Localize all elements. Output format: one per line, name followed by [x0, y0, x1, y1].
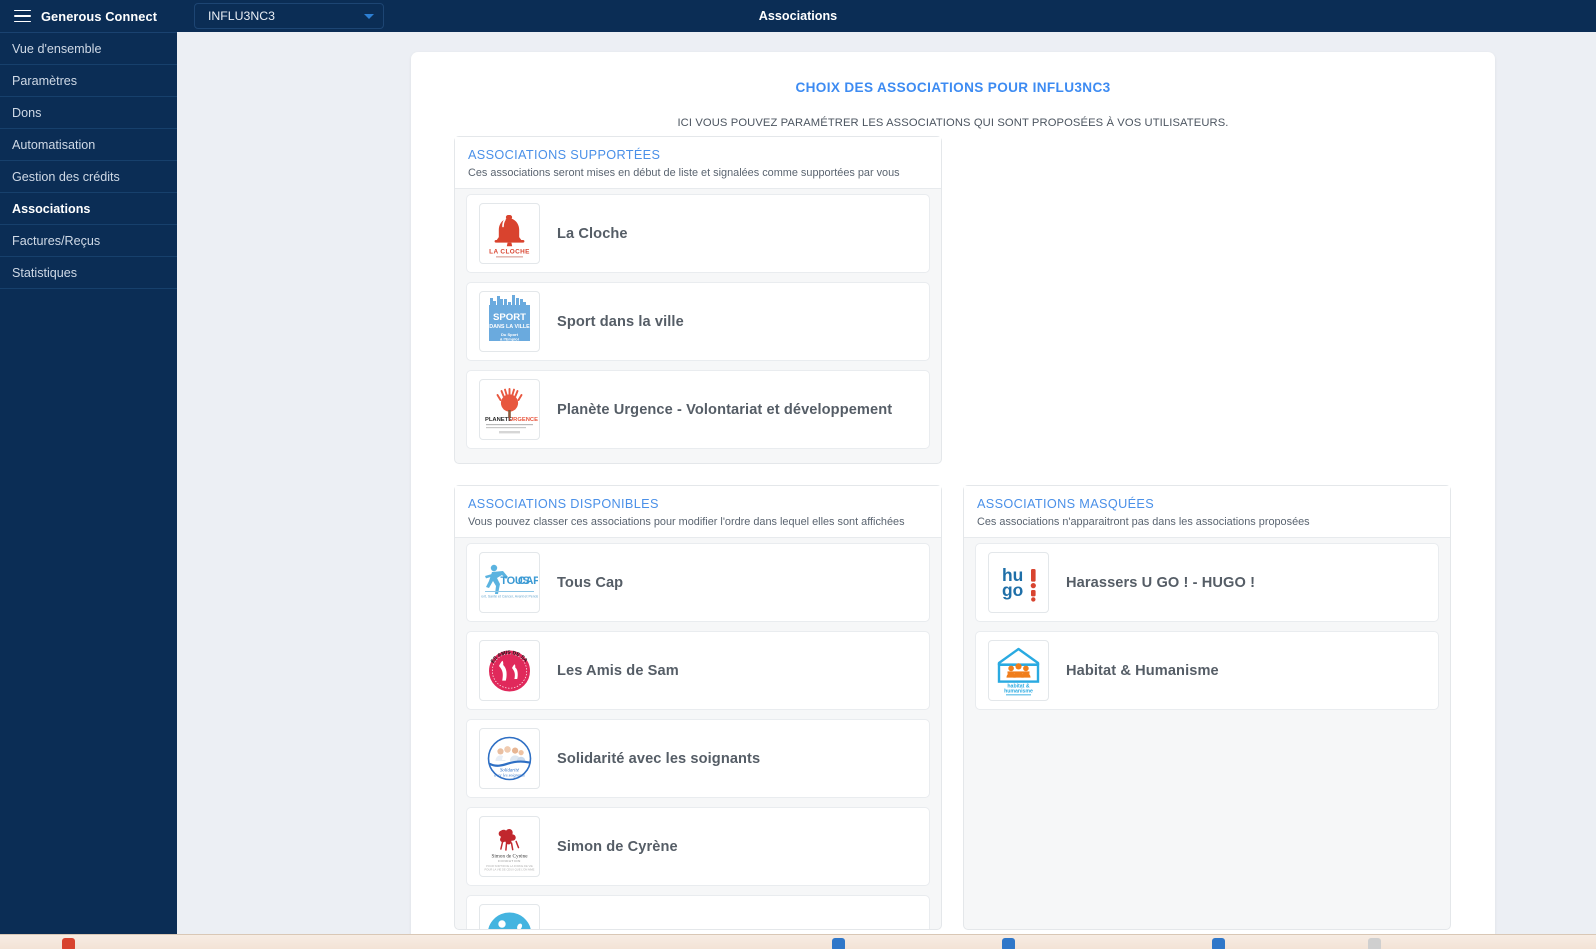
hugo-logo: hu go	[988, 552, 1049, 613]
brand-zone: Generous Connect	[0, 0, 177, 32]
sidebar-item-dons[interactable]: Dons	[0, 97, 177, 129]
association-row[interactable]: habitat & humanisme Habitat & Humanisme	[975, 631, 1439, 710]
sidebar-item-label: Vue d'ensemble	[12, 42, 102, 56]
association-name: Les Amis de Sam	[557, 662, 679, 679]
panel-body: hu go Harassers U GO ! - HUGO ! habitat & hu…	[964, 535, 1450, 929]
sidebar: Vue d'ensemble Paramètres Dons Automatisati…	[0, 32, 177, 949]
association-row[interactable]: PLANETE URGENCE Planète Urgence - Volontar…	[466, 370, 930, 449]
org-selector[interactable]: INFLU3NC3	[194, 3, 384, 29]
association-name: Sport dans la ville	[557, 313, 684, 330]
sidebar-item-label: Factures/Reçus	[12, 234, 101, 248]
association-row[interactable]: TOUSCAPSport, Santé et Cancer, Avant et …	[466, 543, 930, 622]
association-name: Solidarité avec les soignants	[557, 750, 761, 767]
association-name: Harassers U GO ! - HUGO !	[1066, 574, 1256, 591]
panel-body: TOUSCAPSport, Santé et Cancer, Avant et …	[455, 535, 941, 929]
panel-title: ASSOCIATIONS SUPPORTÉES	[468, 148, 661, 162]
svg-text:CAP: CAP	[518, 575, 538, 587]
svg-text:POUR LA VIE DE CEUX QUE L'ON A: POUR LA VIE DE CEUX QUE L'ON AIME	[485, 867, 535, 871]
panel-title: ASSOCIATIONS DISPONIBLES	[468, 497, 659, 511]
svg-text:DANS LA VILLE: DANS LA VILLE	[489, 324, 530, 330]
taskbar-app-icon[interactable]	[832, 938, 845, 949]
sidebar-item-label: Associations	[12, 202, 91, 216]
panel-description: Vous pouvez classer ces associations pou…	[468, 516, 905, 528]
panel-associations-supportees: ASSOCIATIONS SUPPORTÉES Ces associations…	[454, 136, 942, 464]
association-row[interactable]: HANDI'CHIENS HANDI'CHIENS	[466, 895, 930, 929]
taskbar-app-icon[interactable]	[62, 938, 75, 949]
app-root: Generous Connect INFLU3NC3 Associations …	[0, 0, 1596, 949]
brand-title: Generous Connect	[41, 8, 158, 24]
panel-title: ASSOCIATIONS MASQUÉES	[977, 497, 1155, 511]
panel-header: ASSOCIATIONS MASQUÉES Ces associations n…	[964, 486, 1450, 538]
sidebar-item-label: Automatisation	[12, 138, 96, 152]
svg-text:Sport, Santé et Cancer, Avant: Sport, Santé et Cancer, Avant et Pendant	[481, 594, 538, 598]
panel-description: Ces associations seront mises en début d…	[468, 167, 900, 179]
taskbar-app-icon[interactable]	[1002, 938, 1015, 949]
habitat-humanisme-logo: habitat & humanisme	[988, 640, 1049, 701]
panel-description: Ces associations n'apparaitront pas dans…	[977, 516, 1310, 528]
svg-text:avec les soignants: avec les soignants	[494, 772, 525, 777]
association-row[interactable]: LES AMIS DE SAM Les Amis de Sam	[466, 631, 930, 710]
svg-text:SPORT: SPORT	[493, 312, 526, 323]
associations-card: CHOIX DES ASSOCIATIONS POUR INFLU3NC3 IC…	[411, 52, 1495, 949]
svg-text:URGENCE: URGENCE	[509, 417, 538, 423]
association-name: Tous Cap	[557, 574, 624, 591]
sidebar-item-associations[interactable]: Associations	[0, 193, 177, 225]
hamburger-icon[interactable]	[14, 9, 31, 23]
association-row[interactable]: hu go Harassers U GO ! - HUGO !	[975, 543, 1439, 622]
chevron-down-icon	[364, 13, 374, 19]
association-name: Simon de Cyrène	[557, 838, 678, 855]
association-name: Planète Urgence - Volontariat et dévelop…	[557, 401, 893, 418]
association-row[interactable]: LA CLOCHE La Cloche	[466, 194, 930, 273]
association-name: La Cloche	[557, 225, 628, 242]
association-row[interactable]: SPORT DANS LA VILLE Du Sport à l'Emploi Spor…	[466, 282, 930, 361]
sidebar-item-gestion-des-cr-dits[interactable]: Gestion des crédits	[0, 161, 177, 193]
os-taskbar[interactable]	[0, 934, 1596, 949]
panel-header: ASSOCIATIONS SUPPORTÉES Ces associations…	[455, 137, 941, 189]
top-bar: Generous Connect INFLU3NC3 Associations	[0, 0, 1596, 32]
taskbar-app-icon[interactable]	[1212, 938, 1225, 949]
handichiens-logo: HANDI'CHIENS	[479, 904, 540, 929]
la-cloche-logo: LA CLOCHE	[479, 203, 540, 264]
tous-cap-logo: TOUSCAPSport, Santé et Cancer, Avant et …	[479, 552, 540, 613]
panel-associations-disponibles: ASSOCIATIONS DISPONIBLES Vous pouvez cla…	[454, 485, 942, 930]
svg-text:humanisme: humanisme	[1004, 689, 1033, 695]
sidebar-item-label: Paramètres	[12, 74, 78, 88]
les-amis-de-sam-logo: LES AMIS DE SAM	[479, 640, 540, 701]
sidebar-item-label: Dons	[12, 106, 42, 120]
taskbar-app-icon[interactable]	[1368, 938, 1381, 949]
org-selector-value: INFLU3NC3	[208, 9, 275, 23]
sidebar-item-automatisation[interactable]: Automatisation	[0, 129, 177, 161]
page-heading: CHOIX DES ASSOCIATIONS POUR INFLU3NC3	[795, 80, 1111, 95]
sidebar-item-statistiques[interactable]: Statistiques	[0, 257, 177, 289]
page-subheading: ICI VOUS POUVEZ PARAMÉTRER LES ASSOCIATI…	[677, 117, 1229, 129]
simon-de-cyrene-logo: Simon de Cyrène FONDATION POUR SORTIR DE L…	[479, 816, 540, 877]
sidebar-item-label: Gestion des crédits	[12, 170, 120, 184]
association-row[interactable]: Solidarité avec les soignants Solidarité a…	[466, 719, 930, 798]
svg-text:POUR SORTIR DE LA FORCE DE VIE: POUR SORTIR DE LA FORCE DE VIE	[486, 864, 533, 868]
sidebar-item-label: Statistiques	[12, 266, 78, 280]
association-name: Habitat & Humanisme	[1066, 662, 1219, 679]
svg-text:à l'Emploi: à l'Emploi	[500, 337, 519, 342]
association-name: HANDI'CHIENS	[557, 927, 663, 930]
sidebar-item-param-tres[interactable]: Paramètres	[0, 65, 177, 97]
content-area: CHOIX DES ASSOCIATIONS POUR INFLU3NC3 IC…	[177, 32, 1596, 949]
svg-text:FONDATION: FONDATION	[498, 859, 521, 863]
solidarite-soignants-logo: Solidarité avec les soignants	[479, 728, 540, 789]
panel-header: ASSOCIATIONS DISPONIBLES Vous pouvez cla…	[455, 486, 941, 538]
panel-associations-masquees: ASSOCIATIONS MASQUÉES Ces associations n…	[963, 485, 1451, 930]
panel-body: LA CLOCHE La Cloche SPORT DANS LA VILLE Du S…	[455, 186, 941, 463]
sidebar-item-vue-d-ensemble[interactable]: Vue d'ensemble	[0, 33, 177, 65]
sidebar-item-factures-re-us[interactable]: Factures/Reçus	[0, 225, 177, 257]
supported-list[interactable]: LA CLOCHE La Cloche SPORT DANS LA VILLE Du S…	[455, 186, 941, 463]
sport-dans-la-ville-logo: SPORT DANS LA VILLE Du Sport à l'Emploi	[479, 291, 540, 352]
association-row[interactable]: Simon de Cyrène FONDATION POUR SORTIR DE L…	[466, 807, 930, 886]
svg-text:LA CLOCHE: LA CLOCHE	[489, 249, 530, 256]
planete-urgence-logo: PLANETE URGENCE	[479, 379, 540, 440]
available-list[interactable]: TOUSCAPSport, Santé et Cancer, Avant et …	[455, 535, 941, 929]
hidden-list[interactable]: hu go Harassers U GO ! - HUGO ! habitat & hu…	[964, 535, 1450, 929]
svg-text:go: go	[1002, 580, 1023, 600]
